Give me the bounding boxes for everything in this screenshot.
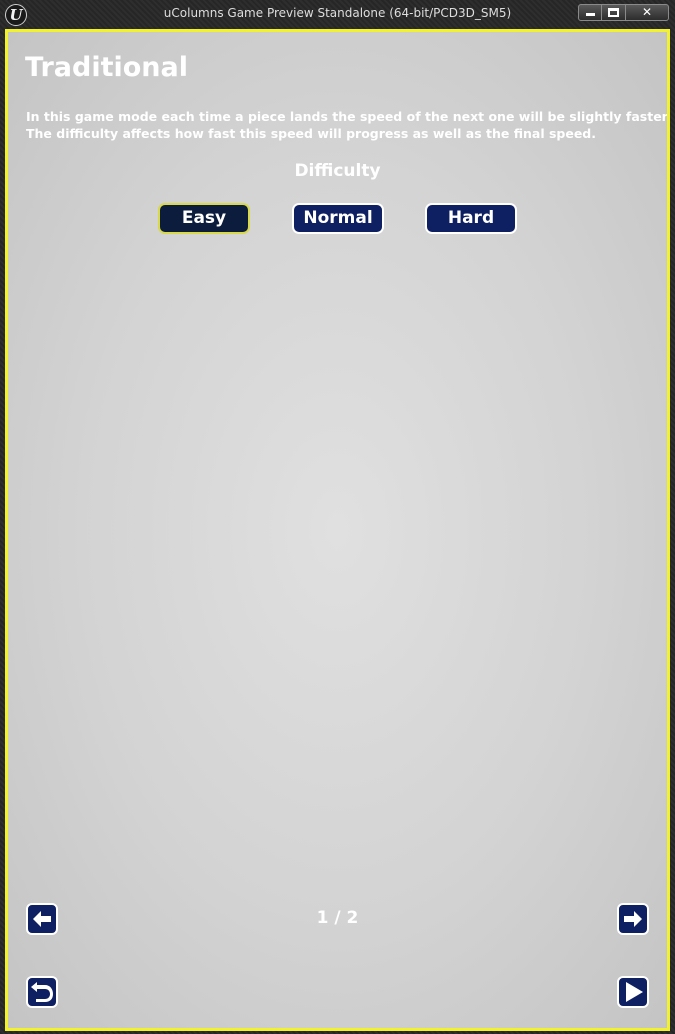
next-page-button[interactable] [617, 903, 649, 935]
mode-description: In this game mode each time a piece land… [26, 108, 670, 142]
back-button[interactable] [26, 976, 58, 1008]
close-icon: ✕ [641, 5, 653, 19]
close-button[interactable]: ✕ [626, 4, 669, 21]
difficulty-normal-button[interactable]: Normal [292, 203, 384, 234]
difficulty-label: Difficulty [294, 161, 381, 181]
minimize-button[interactable] [578, 4, 602, 21]
game-viewport: Traditional In this game mode each time … [5, 29, 670, 1031]
unreal-logo-icon: U [5, 4, 27, 26]
title-bar[interactable]: U uColumns Game Preview Standalone (64-b… [0, 0, 675, 28]
minimize-icon [586, 13, 595, 16]
description-line: In this game mode each time a piece land… [26, 109, 670, 124]
maximize-button[interactable] [602, 4, 626, 21]
screen-title: Traditional [25, 52, 188, 83]
difficulty-hard-button[interactable]: Hard [425, 203, 517, 234]
description-line: The difficulty affects how fast this spe… [26, 126, 596, 141]
window-title: uColumns Game Preview Standalone (64-bit… [163, 6, 512, 20]
play-icon [626, 982, 643, 1002]
maximize-icon [608, 8, 619, 17]
play-button[interactable] [617, 976, 649, 1008]
arrow-right-icon [624, 911, 642, 927]
difficulty-easy-button[interactable]: Easy [158, 203, 250, 234]
return-icon [31, 982, 53, 1002]
window-controls: ✕ [578, 4, 669, 21]
page-indicator: 1 / 2 [316, 908, 359, 928]
game-window: U uColumns Game Preview Standalone (64-b… [0, 0, 675, 1034]
